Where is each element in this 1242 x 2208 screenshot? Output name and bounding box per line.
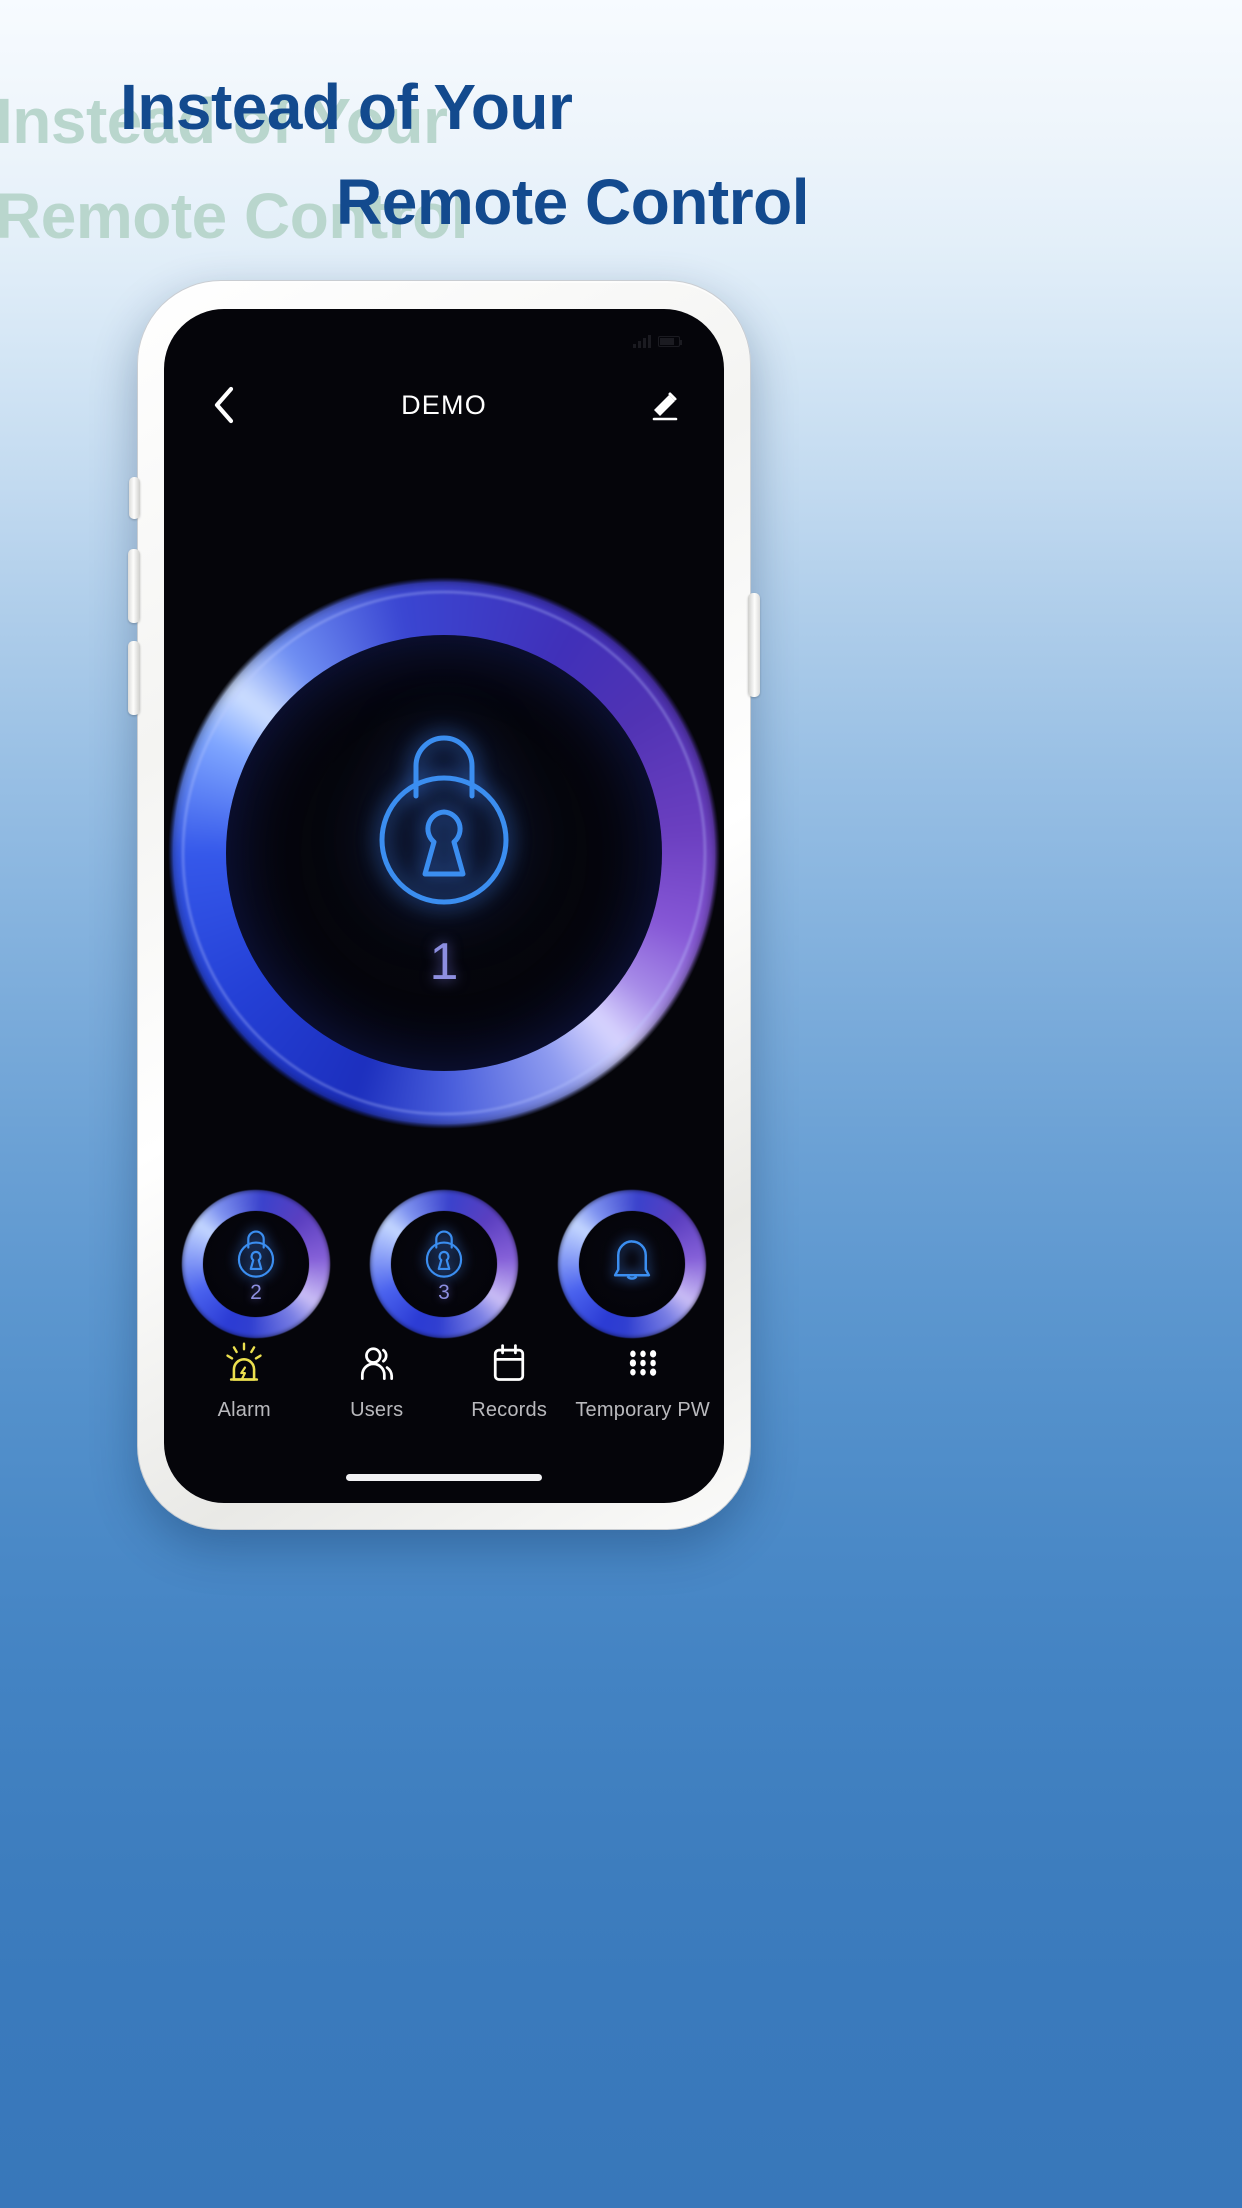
lock-button-2[interactable]: 2 xyxy=(181,1189,331,1339)
secondary-lock-buttons: 2 3 xyxy=(164,1189,724,1339)
headline-line-1: Instead of Your Instead of Your xyxy=(0,60,1242,157)
back-button[interactable] xyxy=(200,382,246,428)
headline-line-1-text: Instead of Your xyxy=(120,71,573,143)
main-lock-dial[interactable]: 1 xyxy=(168,577,720,1129)
phone-volume-up-button[interactable] xyxy=(128,549,140,623)
phone-body: DEMO 1 2 3 Alarm Users Records Temporary… xyxy=(128,280,760,1530)
headline-line-2: Remote Control Remote Control xyxy=(0,155,1242,252)
main-lock-number: 1 xyxy=(429,933,459,991)
doorbell-button-face xyxy=(579,1211,685,1317)
lock-button-2-number: 2 xyxy=(250,1280,262,1304)
bell-icon xyxy=(613,1240,651,1280)
tab-alarm[interactable]: Alarm xyxy=(178,1321,310,1441)
lock-button-3-number: 3 xyxy=(438,1280,450,1304)
page-title: DEMO xyxy=(401,389,487,420)
signal-bars-icon xyxy=(633,334,651,348)
tab-temporary-pw[interactable]: Temporary PW xyxy=(575,1321,710,1441)
tab-records[interactable]: Records xyxy=(443,1321,575,1441)
phone-power-button[interactable] xyxy=(748,593,760,697)
padlock-icon xyxy=(237,1230,275,1278)
chevron-left-icon xyxy=(214,386,234,424)
padlock-icon xyxy=(379,735,509,905)
keypad-dots-icon xyxy=(629,1349,656,1376)
tab-records-label: Records xyxy=(471,1398,548,1421)
lock-button-2-face: 2 xyxy=(203,1211,309,1317)
tab-users[interactable]: Users xyxy=(310,1321,442,1441)
alarm-siren-icon xyxy=(226,1342,262,1381)
phone-screen: DEMO 1 2 3 Alarm Users Records Temporary… xyxy=(164,309,724,1503)
battery-icon xyxy=(658,335,682,347)
tab-users-label: Users xyxy=(350,1398,404,1421)
lock-button-3-face: 3 xyxy=(391,1211,497,1317)
status-bar-indicators xyxy=(633,334,682,348)
dial-inner-face: 1 xyxy=(226,635,662,1071)
lock-button-3[interactable]: 3 xyxy=(369,1189,519,1339)
pencil-edit-icon xyxy=(652,392,678,421)
home-indicator[interactable] xyxy=(346,1474,542,1481)
edit-button[interactable] xyxy=(642,382,688,428)
phone-volume-down-button[interactable] xyxy=(128,641,140,715)
status-bar xyxy=(164,309,724,373)
phone-mockup: DEMO 1 2 3 Alarm Users Records Temporary… xyxy=(128,280,760,1530)
doorbell-button[interactable] xyxy=(557,1189,707,1339)
users-icon xyxy=(360,1346,393,1380)
calendar-icon xyxy=(494,1343,525,1381)
headline-line-2-text: Remote Control xyxy=(336,165,810,238)
promo-headline: Instead of Your Instead of Your Remote C… xyxy=(0,0,1242,252)
phone-mute-switch[interactable] xyxy=(129,477,140,519)
bottom-tab-bar: Alarm Users Records Temporary PW xyxy=(164,1321,724,1441)
padlock-icon xyxy=(425,1230,463,1278)
app-navbar: DEMO xyxy=(164,371,724,439)
tab-temporary-pw-label: Temporary PW xyxy=(575,1398,711,1421)
main-lock-area: 1 xyxy=(164,533,724,1173)
tab-alarm-label: Alarm xyxy=(217,1398,271,1421)
